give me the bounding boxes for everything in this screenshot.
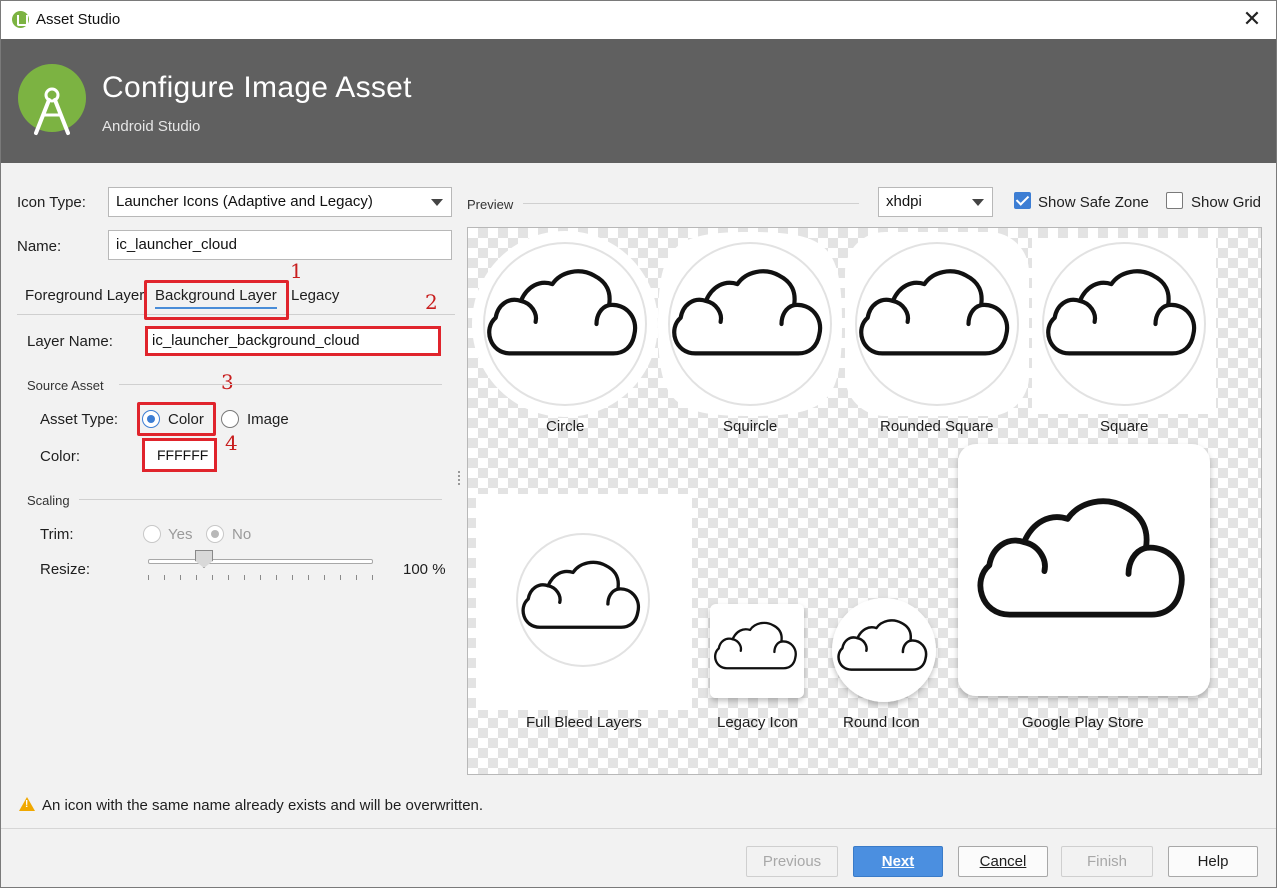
preview-label: Preview [467,197,514,212]
resize-slider-track[interactable] [148,559,373,564]
layer-name-input[interactable]: ic_launcher_background_cloud [145,326,441,356]
cancel-button-label: Cancel [979,853,1027,870]
preview-circle-icon [472,231,658,417]
preview-label-legacy-icon: Legacy Icon [717,714,798,731]
header-banner: Configure Image Asset Android Studio [1,39,1276,163]
annotation-number-2: 2 [425,290,438,314]
annotation-box-1 [144,280,289,320]
preview-canvas: Circle Squircle Rounded Square Square Fu… [467,227,1262,775]
resize-value: 100 % [403,561,446,578]
density-value: xhdpi [886,193,922,210]
warning-icon [19,797,35,811]
chevron-down-icon [431,199,443,206]
preview-icons [472,231,1216,710]
name-input[interactable]: ic_launcher_cloud [108,230,452,260]
preview-squircle-icon [658,232,842,416]
preview-divider [523,203,859,204]
chevron-down-icon [972,199,984,206]
next-button[interactable]: Next [853,846,943,877]
icon-type-dropdown[interactable]: Launcher Icons (Adaptive and Legacy) [108,187,452,217]
annotation-number-4: 4 [225,431,238,455]
color-label: Color: [40,448,81,465]
density-dropdown[interactable]: xhdpi [878,187,993,217]
preview-label-squircle: Squircle [723,418,778,435]
preview-label-square: Square [1100,418,1149,435]
source-asset-divider [119,384,442,385]
preview-label-round-icon: Round Icon [843,714,920,731]
preview-full-bleed-icon [476,494,692,710]
asset-type-color-label: Color [168,411,204,428]
name-label: Name: [17,238,62,255]
icon-type-value: Launcher Icons (Adaptive and Legacy) [116,193,373,210]
next-button-label: Next [881,853,915,870]
trim-no-label: No [232,526,252,543]
annotation-number-1: 1 [290,259,303,283]
asset-type-image-radio[interactable] [221,410,239,428]
page-title: Configure Image Asset [102,71,412,104]
asset-studio-window: Asset Studio ✕ Configure Image Asset And… [0,0,1277,888]
trim-label: Trim: [40,526,74,543]
compass-icon [34,87,70,135]
preview-label-rounded-square: Rounded Square [880,418,994,435]
show-safe-zone-label: Show Safe Zone [1038,194,1149,211]
preview-label-play-store: Google Play Store [1022,714,1144,731]
window-title: Asset Studio [36,11,121,28]
asset-type-color-radio[interactable] [142,410,160,428]
scaling-divider [79,499,442,500]
tab-legacy[interactable]: Legacy [291,287,339,304]
source-asset-section: Source Asset [27,378,104,393]
footer-divider [1,828,1276,829]
show-grid-checkbox[interactable] [1166,192,1183,209]
cancel-button[interactable]: Cancel [958,846,1048,877]
previous-button[interactable]: Previous [746,846,838,877]
preview-label-circle: Circle [546,418,585,435]
preview-legacy-icon [710,604,804,698]
android-studio-icon [12,11,29,28]
resize-slider-thumb[interactable] [195,550,213,568]
asset-type-image-label: Image [247,411,289,428]
annotation-number-3: 3 [221,370,234,394]
layer-name-label: Layer Name: [27,333,113,350]
show-grid-label: Show Grid [1191,194,1262,211]
resize-label: Resize: [40,561,91,578]
warning-message: An icon with the same name already exist… [42,797,484,814]
preview-square-icon [1032,238,1216,414]
asset-type-label: Asset Type: [40,411,119,428]
panel-splitter-handle[interactable] [457,471,461,487]
trim-yes-label: Yes [168,526,193,543]
color-picker-field[interactable]: FFFFFF [142,438,217,472]
help-button[interactable]: Help [1168,846,1258,877]
tab-foreground-layer[interactable]: Foreground Layer [25,287,144,304]
scaling-section: Scaling [27,493,70,508]
preview-rounded-square-icon [845,232,1029,416]
finish-button[interactable]: Finish [1061,846,1153,877]
show-safe-zone-checkbox[interactable] [1014,192,1031,209]
preview-play-store-icon [958,444,1210,696]
trim-yes-radio[interactable] [143,525,161,543]
icon-type-label: Icon Type: [17,194,86,211]
resize-slider-ticks [148,575,374,581]
preview-label-full-bleed: Full Bleed Layers [526,714,642,731]
title-bar: Asset Studio ✕ [1,1,1276,39]
close-icon[interactable]: ✕ [1242,6,1262,32]
page-subtitle: Android Studio [102,118,201,135]
preview-round-icon [832,598,936,702]
trim-no-radio[interactable] [206,525,224,543]
